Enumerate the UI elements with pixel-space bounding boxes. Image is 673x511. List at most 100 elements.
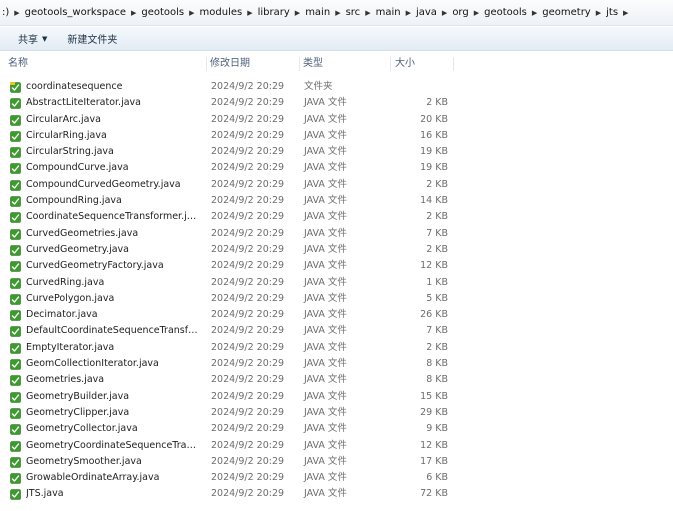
column-header-date[interactable]: 修改日期: [208, 54, 300, 74]
file-type: JAVA 文件: [304, 406, 347, 418]
column-header-size[interactable]: 大小: [393, 54, 453, 74]
file-date: 2024/9/2 20:29: [211, 472, 285, 484]
table-row[interactable]: EmptyIterator.java 2024/9/2 20:29 JAVA 文件 2…: [0, 340, 673, 356]
breadcrumb-item[interactable]: src: [346, 3, 361, 23]
column-divider[interactable]: [299, 57, 300, 71]
share-button[interactable]: 共享 ▼: [12, 29, 53, 49]
file-name: CircularArc.java: [26, 113, 101, 125]
chevron-right-icon[interactable]: ▶: [401, 9, 416, 17]
breadcrumb-item-label: library: [257, 7, 290, 18]
table-row[interactable]: GeometryBuilder.java 2024/9/2 20:29 JAVA 文…: [0, 389, 673, 405]
column-header-type[interactable]: 类型: [301, 54, 387, 74]
breadcrumb-root[interactable]: :): [2, 3, 9, 23]
file-type: JAVA 文件: [304, 276, 347, 288]
file-type: JAVA 文件: [304, 423, 347, 435]
file-type: JAVA 文件: [304, 341, 347, 353]
file-name: CurvedRing.java: [26, 276, 105, 288]
file-date: 2024/9/2 20:29: [211, 358, 285, 370]
table-row[interactable]: CompoundRing.java 2024/9/2 20:29 JAVA 文件 14…: [0, 193, 673, 209]
table-row[interactable]: CircularRing.java 2024/9/2 20:29 JAVA 文件 16…: [0, 128, 673, 144]
file-type: JAVA 文件: [304, 374, 347, 386]
java-file-icon: [10, 310, 21, 321]
table-row[interactable]: CompoundCurvedGeometry.java 2024/9/2 20:2…: [0, 177, 673, 193]
table-row[interactable]: CircularString.java 2024/9/2 20:29 JAVA 文件…: [0, 144, 673, 160]
table-row[interactable]: CurvedGeometries.java 2024/9/2 20:29 JAVA …: [0, 226, 673, 242]
chevron-right-icon[interactable]: ▶: [9, 9, 24, 17]
file-type: JAVA 文件: [304, 146, 347, 158]
breadcrumb-item[interactable]: java: [416, 3, 437, 23]
file-date: 2024/9/2 20:29: [211, 325, 285, 337]
breadcrumb-item[interactable]: geotools: [484, 3, 527, 23]
chevron-right-icon[interactable]: ▶: [527, 9, 542, 17]
breadcrumb-item-label: geotools: [141, 7, 185, 18]
file-date: 2024/9/2 20:29: [211, 276, 285, 288]
breadcrumb-item[interactable]: modules: [200, 3, 243, 23]
table-row[interactable]: CoordinateSequenceTransformer.java 2024/9…: [0, 209, 673, 225]
chevron-right-icon[interactable]: ▶: [591, 9, 606, 17]
table-row[interactable]: CurvedGeometryFactory.java 2024/9/2 20:29…: [0, 258, 673, 274]
breadcrumb-item[interactable]: library: [258, 3, 290, 23]
chevron-right-icon[interactable]: ▶: [469, 9, 484, 17]
file-name: CurvedGeometry.java: [26, 243, 129, 255]
java-file-icon: [10, 245, 21, 256]
table-row[interactable]: GeometryCoordinateSequenceTransf... 2024/…: [0, 438, 673, 454]
java-file-icon: [10, 294, 21, 305]
file-date: 2024/9/2 20:29: [211, 195, 285, 207]
new-folder-button[interactable]: 新建文件夹: [61, 29, 123, 49]
breadcrumb-item[interactable]: geotools_workspace: [25, 3, 126, 23]
share-button-label: 共享: [18, 35, 38, 46]
java-file-icon: [10, 196, 21, 207]
breadcrumb-item[interactable]: geometry: [542, 3, 590, 23]
file-type: JAVA 文件: [304, 162, 347, 174]
breadcrumb-item-label: org: [452, 7, 469, 18]
chevron-right-icon[interactable]: ▶: [290, 9, 305, 17]
table-row[interactable]: CurvePolygon.java 2024/9/2 20:29 JAVA 文件 5 …: [0, 291, 673, 307]
breadcrumb-item-label: geotools: [484, 7, 527, 18]
table-row[interactable]: coordinatesequence 2024/9/2 20:29 文件夹: [0, 79, 673, 95]
file-size: 12 KB: [420, 260, 448, 272]
column-header-name[interactable]: 名称: [6, 54, 206, 74]
breadcrumb-item-label: jts: [606, 7, 619, 18]
chevron-right-icon[interactable]: ▶: [618, 9, 633, 17]
table-row[interactable]: DefaultCoordinateSequenceTransfor... 2024…: [0, 323, 673, 339]
chevron-right-icon[interactable]: ▶: [360, 9, 375, 17]
java-file-icon: [10, 163, 21, 175]
breadcrumb-item[interactable]: jts: [606, 3, 618, 23]
table-row[interactable]: CircularArc.java 2024/9/2 20:29 JAVA 文件 20 …: [0, 112, 673, 128]
table-row[interactable]: JTS.java 2024/9/2 20:29 JAVA 文件 72 KB: [0, 486, 673, 502]
file-size: 9 KB: [426, 423, 448, 435]
column-divider[interactable]: [390, 57, 391, 71]
table-row[interactable]: Decimator.java 2024/9/2 20:29 JAVA 文件 26 KB: [0, 307, 673, 323]
breadcrumb-item[interactable]: org: [452, 3, 468, 23]
column-divider[interactable]: [206, 57, 207, 71]
file-type: JAVA 文件: [304, 243, 347, 255]
chevron-right-icon[interactable]: ▶: [330, 9, 345, 17]
column-divider[interactable]: [453, 57, 454, 71]
breadcrumb-item[interactable]: geotools: [141, 3, 184, 23]
file-name: CircularRing.java: [26, 129, 107, 141]
table-row[interactable]: AbstractLiteIterator.java 2024/9/2 20:29 J…: [0, 95, 673, 111]
java-file-icon: [10, 326, 21, 338]
file-type: JAVA 文件: [304, 309, 347, 321]
chevron-right-icon[interactable]: ▶: [126, 9, 141, 17]
file-date: 2024/9/2 20:29: [211, 211, 285, 223]
table-row[interactable]: GrowableOrdinateArray.java 2024/9/2 20:29…: [0, 470, 673, 486]
table-row[interactable]: GeomCollectionIterator.java 2024/9/2 20:2…: [0, 356, 673, 372]
chevron-right-icon[interactable]: ▶: [184, 9, 199, 17]
java-file-icon: [10, 408, 21, 419]
table-row[interactable]: GeometryCollector.java 2024/9/2 20:29 JAVA…: [0, 421, 673, 437]
breadcrumb-item[interactable]: main: [376, 3, 401, 23]
table-row[interactable]: CompoundCurve.java 2024/9/2 20:29 JAVA 文件 1…: [0, 160, 673, 176]
table-row[interactable]: GeometrySmoother.java 2024/9/2 20:29 JAVA …: [0, 454, 673, 470]
table-row[interactable]: CurvedRing.java 2024/9/2 20:29 JAVA 文件 1 KB: [0, 275, 673, 291]
table-row[interactable]: GeometryClipper.java 2024/9/2 20:29 JAVA 文…: [0, 405, 673, 421]
chevron-right-icon[interactable]: ▶: [242, 9, 257, 17]
breadcrumb-item-label: main: [305, 7, 331, 18]
table-row[interactable]: Geometries.java 2024/9/2 20:29 JAVA 文件 8 KB: [0, 372, 673, 388]
file-size: 2 KB: [426, 97, 448, 109]
breadcrumb-item[interactable]: main: [305, 3, 330, 23]
file-date: 2024/9/2 20:29: [211, 243, 285, 255]
table-row[interactable]: CurvedGeometry.java 2024/9/2 20:29 JAVA 文件…: [0, 242, 673, 258]
file-name: GeometryCoordinateSequenceTransf...: [26, 439, 201, 451]
chevron-right-icon[interactable]: ▶: [437, 9, 452, 17]
